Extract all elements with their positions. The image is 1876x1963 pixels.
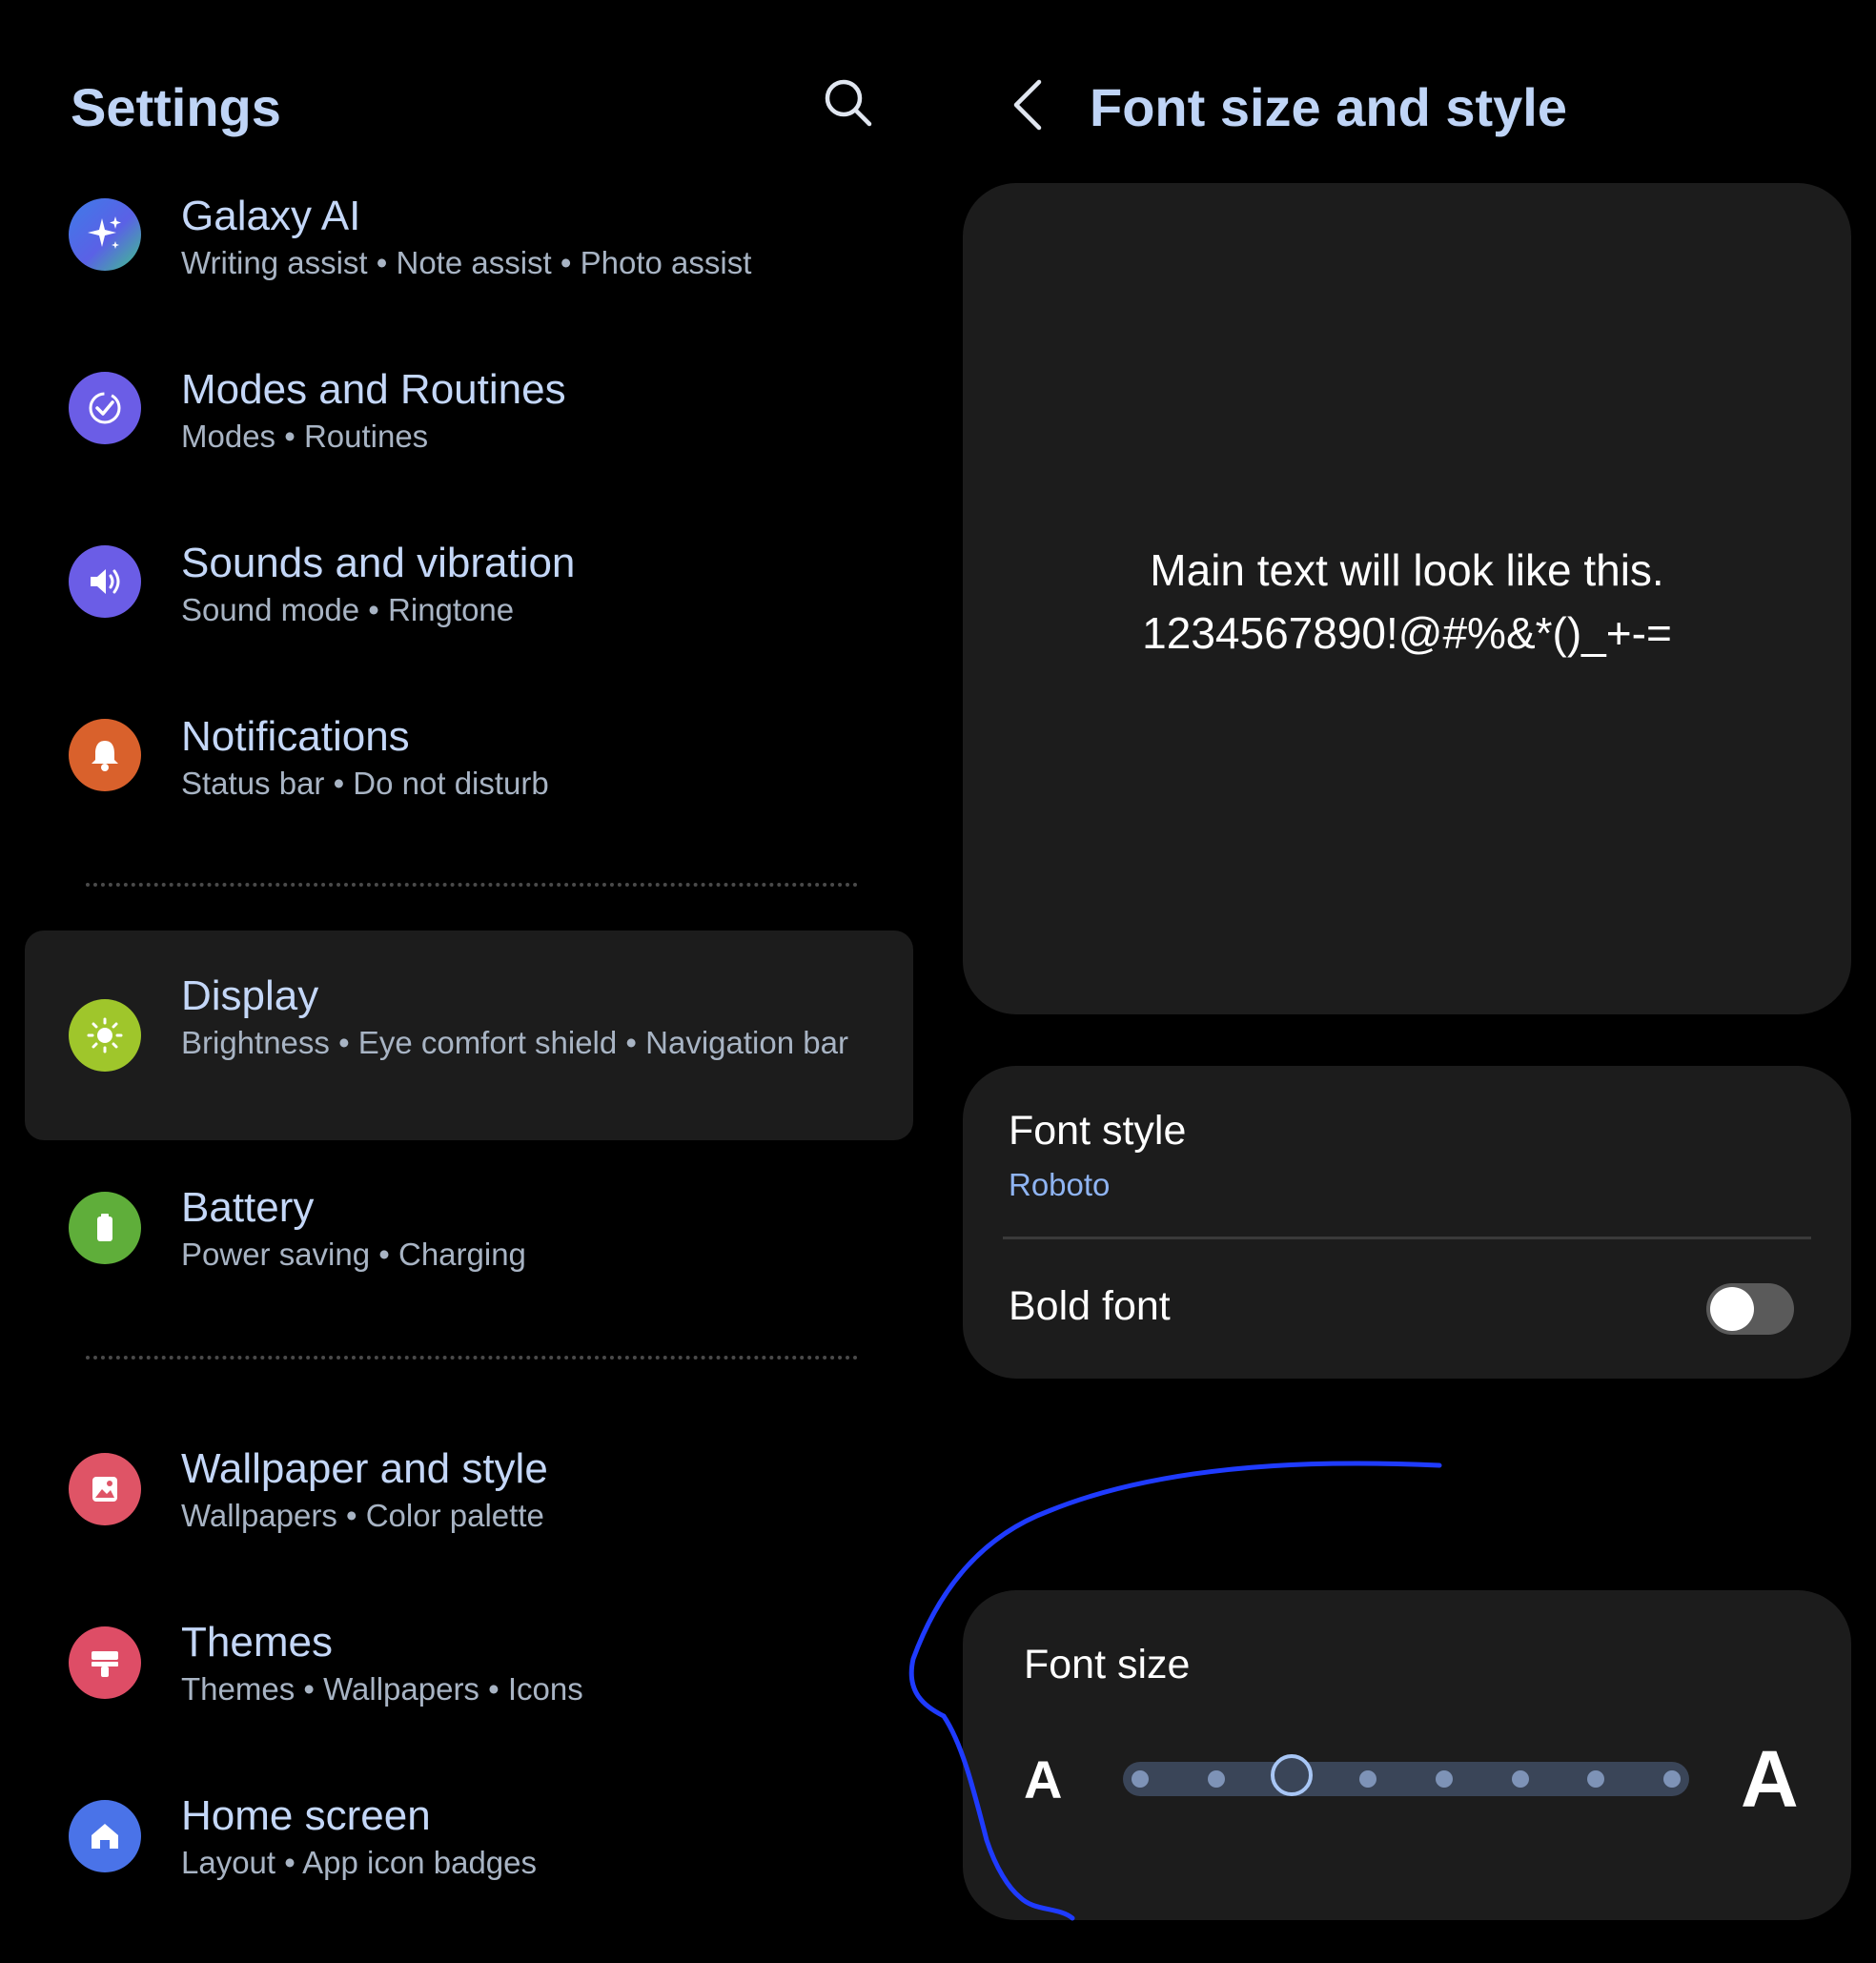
settings-pane: Settings Galaxy AI Writing assist • Note… xyxy=(0,0,934,1963)
settings-item-display[interactable]: Display Brightness • Eye comfort shield … xyxy=(25,930,913,1140)
font-size-step-dot[interactable] xyxy=(1435,1770,1453,1788)
settings-item-subtitle: Sound mode • Ringtone xyxy=(181,592,515,627)
font-size-small-glyph: A xyxy=(1024,1749,1063,1810)
settings-item-title: Sounds and vibration xyxy=(181,540,576,586)
font-preview-line: Main text will look like this. xyxy=(1150,545,1664,595)
section-divider xyxy=(86,1356,858,1360)
font-size-step-dot[interactable] xyxy=(1207,1770,1225,1788)
font-preview-card: Main text will look like this. 123456789… xyxy=(963,183,1851,1014)
font-size-slider[interactable] xyxy=(1123,1754,1689,1796)
settings-item-home-screen[interactable]: Home screen Layout • App icon badges xyxy=(25,1789,913,1903)
settings-item-title: Modes and Routines xyxy=(181,366,566,413)
font-size-step-dot[interactable] xyxy=(1587,1770,1605,1788)
settings-item-subtitle: Layout • App icon badges xyxy=(181,1845,538,1880)
settings-item-title: Galaxy AI xyxy=(181,193,361,239)
settings-item-title: Wallpaper and style xyxy=(181,1445,548,1492)
home-icon xyxy=(69,1800,141,1872)
font-size-card: Font size A A xyxy=(963,1590,1851,1920)
speaker-icon xyxy=(69,545,141,618)
back-button[interactable] xyxy=(1001,74,1058,135)
brush-icon xyxy=(69,1626,141,1699)
settings-item-notifications[interactable]: Notifications Status bar • Do not distur… xyxy=(25,702,913,816)
settings-item-subtitle: Modes • Routines xyxy=(181,419,429,454)
settings-item-subtitle: Power saving • Charging xyxy=(181,1237,526,1272)
settings-item-title: Battery xyxy=(181,1184,315,1231)
settings-item-galaxy-ai[interactable]: Galaxy AI Writing assist • Note assist •… xyxy=(25,181,913,296)
settings-item-subtitle: Status bar • Do not disturb xyxy=(181,766,549,801)
sun-icon xyxy=(69,999,141,1072)
font-size-step-dot[interactable] xyxy=(1663,1770,1681,1788)
settings-item-modes-routines[interactable]: Modes and Routines Modes • Routines xyxy=(25,355,913,469)
settings-item-sounds-vibration[interactable]: Sounds and vibration Sound mode • Ringto… xyxy=(25,528,913,643)
settings-item-subtitle: Wallpapers • Color palette xyxy=(181,1498,544,1533)
font-size-step-dot[interactable] xyxy=(1359,1770,1377,1788)
page-title: Font size and style xyxy=(1090,77,1567,137)
settings-item-subtitle: Brightness • Eye comfort shield • Naviga… xyxy=(181,1025,848,1060)
check-circle-icon xyxy=(69,372,141,444)
settings-item-subtitle: Writing assist • Note assist • Photo ass… xyxy=(181,245,752,280)
settings-item-title: Notifications xyxy=(181,713,410,760)
font-size-label: Font size xyxy=(1024,1642,1191,1687)
settings-item-wallpaper-style[interactable]: Wallpaper and style Wallpapers • Color p… xyxy=(25,1442,913,1556)
font-size-step-dot[interactable] xyxy=(1511,1770,1529,1788)
toggle-knob xyxy=(1710,1287,1754,1331)
search-button[interactable] xyxy=(818,72,879,133)
settings-item-title: Themes xyxy=(181,1619,333,1666)
settings-title: Settings xyxy=(71,77,281,137)
font-style-label: Font style xyxy=(1009,1108,1187,1154)
font-preview-text: Main text will look like this. 123456789… xyxy=(963,539,1851,665)
settings-item-battery[interactable]: Battery Power saving • Charging xyxy=(25,1182,913,1297)
bold-font-toggle[interactable] xyxy=(1706,1283,1794,1335)
search-icon xyxy=(825,79,872,127)
battery-icon xyxy=(69,1192,141,1264)
settings-item-title: Display xyxy=(181,972,319,1019)
font-style-card: Font style Roboto Bold font xyxy=(963,1066,1851,1379)
font-preview-line: 1234567890!@#%&*()_+-= xyxy=(1142,608,1672,658)
font-size-large-glyph: A xyxy=(1741,1734,1799,1824)
font-size-step-dot[interactable] xyxy=(1132,1770,1149,1788)
font-style-row[interactable]: Font style Roboto xyxy=(963,1066,1851,1236)
bell-icon xyxy=(69,719,141,791)
settings-item-subtitle: Themes • Wallpapers • Icons xyxy=(181,1671,583,1707)
font-style-value: Roboto xyxy=(1009,1167,1111,1202)
bold-font-label: Bold font xyxy=(1009,1283,1171,1329)
settings-item-themes[interactable]: Themes Themes • Wallpapers • Icons xyxy=(25,1615,913,1729)
image-icon xyxy=(69,1453,141,1525)
font-size-slider-thumb[interactable] xyxy=(1271,1754,1314,1796)
sparkle-icon xyxy=(69,198,141,271)
section-divider xyxy=(86,883,858,887)
chevron-left-icon xyxy=(1013,79,1042,131)
settings-item-title: Home screen xyxy=(181,1792,431,1839)
